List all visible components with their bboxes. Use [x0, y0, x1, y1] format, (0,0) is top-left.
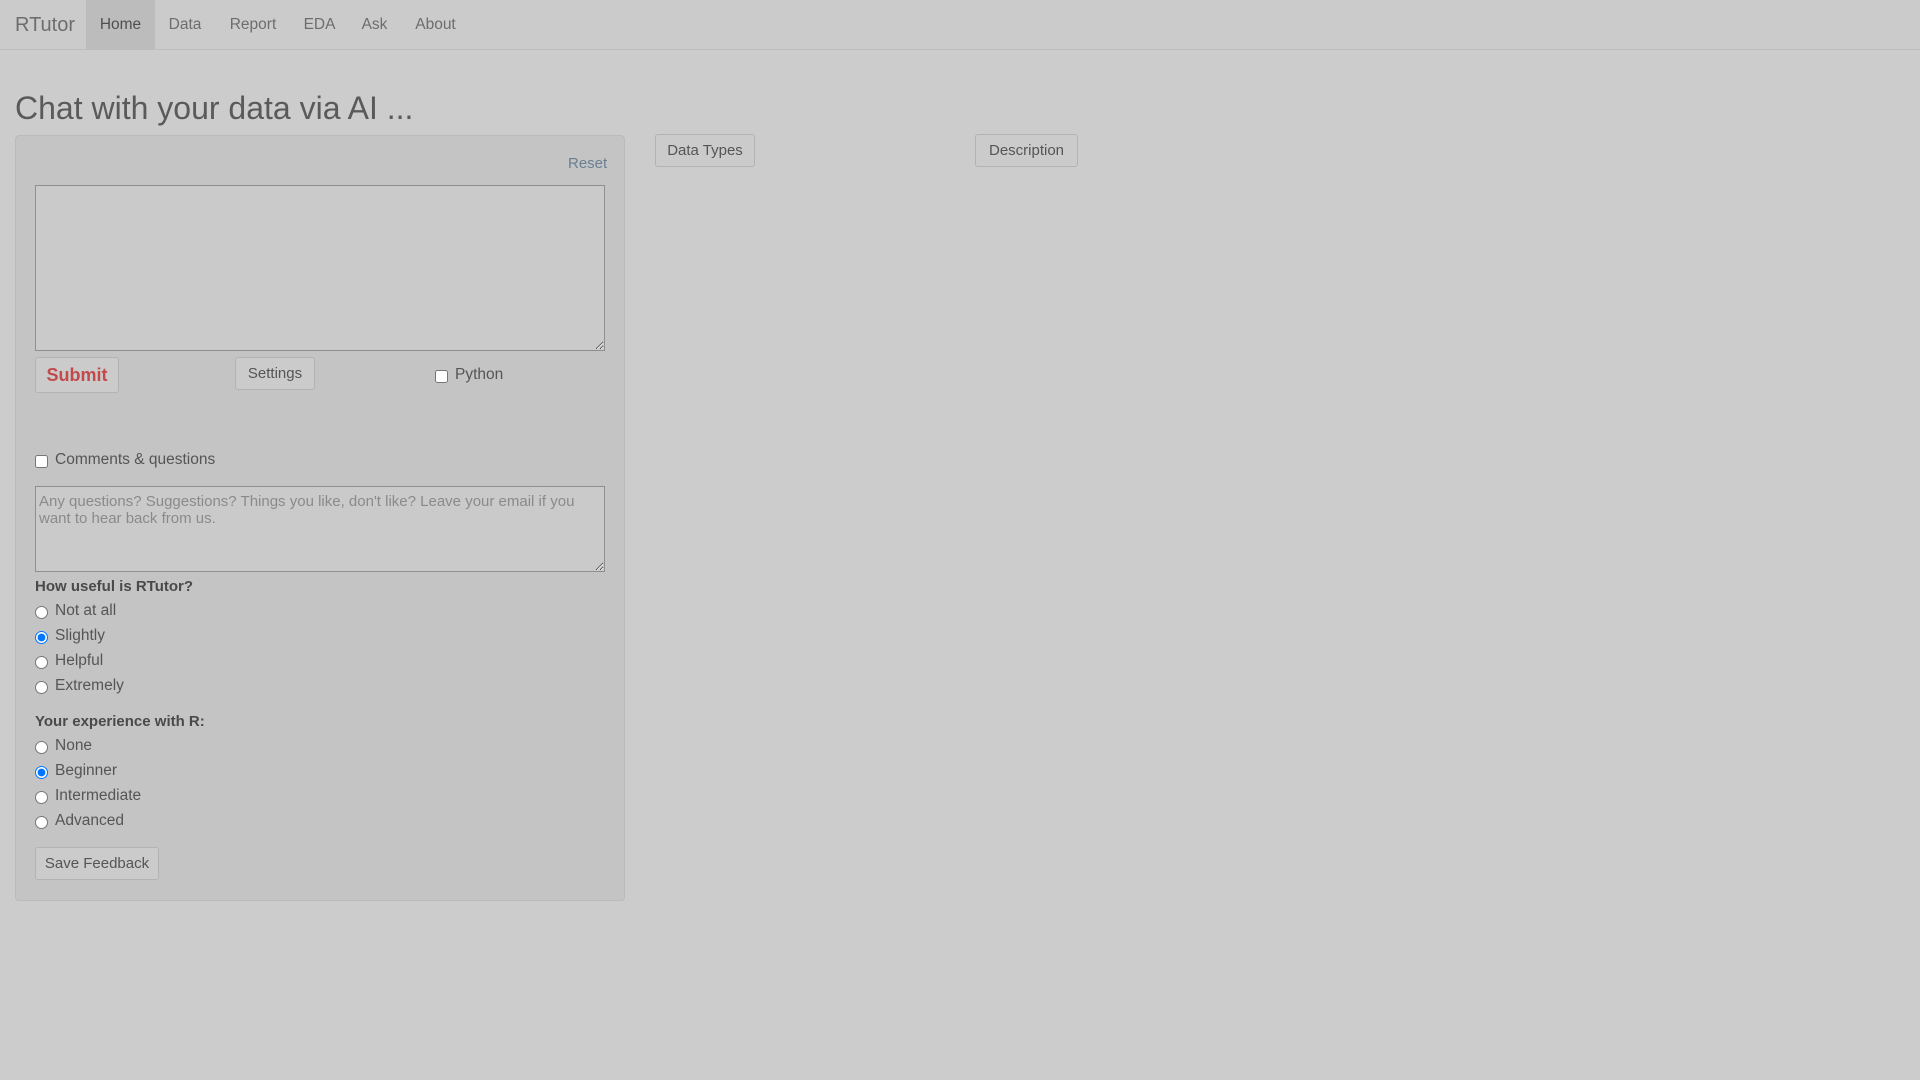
experience-radio-intermediate[interactable] [35, 791, 48, 804]
navbar: RTutor Home Data Report EDA Ask About [0, 0, 1920, 50]
experience-radio-advanced[interactable] [35, 816, 48, 829]
nav-tab-eda[interactable]: EDA [291, 0, 348, 49]
nav-tab-report[interactable]: Report [215, 0, 291, 49]
settings-button[interactable]: Settings [235, 357, 315, 390]
usefulness-option-label: Helpful [55, 652, 104, 669]
reset-link[interactable]: Reset [568, 155, 607, 172]
usefulness-question: How useful is RTutor? [35, 578, 194, 595]
page-title: Chat with your data via AI ... [15, 90, 414, 126]
comments-checkbox[interactable] [35, 455, 48, 468]
python-label: Python [455, 366, 504, 383]
nav-tab-about[interactable]: About [401, 0, 470, 49]
usefulness-option-label: Extremely [55, 677, 124, 694]
experience-option-label: Beginner [55, 762, 118, 779]
data-types-button[interactable]: Data Types [655, 134, 755, 167]
experience-question: Your experience with R: [35, 713, 205, 730]
brand-logo[interactable]: RTutor [15, 0, 75, 50]
save-feedback-button[interactable]: Save Feedback [35, 847, 159, 880]
nav-tab-data[interactable]: Data [155, 0, 215, 49]
usefulness-option-label: Slightly [55, 627, 105, 644]
nav-tab-ask[interactable]: Ask [348, 0, 401, 49]
experience-option-label: Advanced [55, 812, 124, 829]
submit-button[interactable]: Submit [35, 357, 119, 393]
usefulness-radio-slightly[interactable] [35, 631, 48, 644]
usefulness-radio-not-at-all[interactable] [35, 606, 48, 619]
usefulness-radio-helpful[interactable] [35, 656, 48, 669]
experience-option-label: Intermediate [55, 787, 142, 804]
experience-radio-none[interactable] [35, 741, 48, 754]
experience-option-label: None [55, 737, 93, 754]
usefulness-option-label: Not at all [55, 602, 117, 619]
description-button[interactable]: Description [975, 134, 1078, 167]
comments-label: Comments & questions [55, 451, 216, 468]
nav-tab-home[interactable]: Home [86, 0, 155, 49]
python-checkbox[interactable] [435, 370, 448, 383]
experience-radio-beginner[interactable] [35, 766, 48, 779]
usefulness-radio-extremely[interactable] [35, 681, 48, 694]
query-input[interactable] [35, 185, 605, 351]
comments-input[interactable] [35, 486, 605, 572]
